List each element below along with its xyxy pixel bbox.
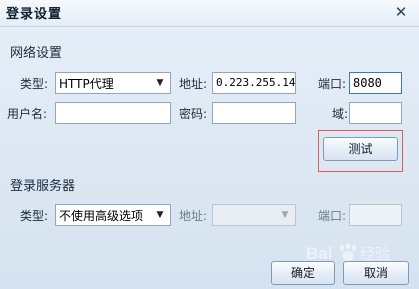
domain-input[interactable] [349, 102, 402, 124]
proxy-port-label: 端口: [318, 77, 347, 91]
login-settings-dialog: 登录设置 ✕ 网络设置 类型: HTTP代理 ▼ 地址: 0.223.255.1… [0, 0, 419, 289]
proxy-type-select[interactable]: HTTP代理 ▼ [55, 72, 171, 94]
proxy-port-input[interactable]: 8080 [349, 72, 402, 94]
server-type-value: 不使用高级选项 [59, 209, 144, 223]
chevron-down-icon: ▼ [281, 210, 289, 220]
proxy-type-label: 类型: [20, 77, 49, 91]
proxy-address-label: 地址: [179, 77, 208, 91]
proxy-type-value: HTTP代理 [59, 77, 114, 91]
server-port-label: 端口: [318, 209, 347, 223]
chevron-down-icon: ▼ [156, 78, 164, 88]
test-button[interactable]: 测试 [323, 137, 398, 161]
title-bar: 登录设置 ✕ [0, 0, 419, 27]
username-input[interactable] [55, 102, 171, 124]
domain-label: 域: [332, 107, 349, 121]
password-label: 密码: [179, 107, 208, 121]
password-input[interactable] [212, 102, 296, 124]
svg-text:Bai: Bai [306, 244, 332, 263]
server-type-label: 类型: [20, 209, 49, 223]
username-label: 用户名: [7, 107, 48, 121]
dialog-title: 登录设置 [6, 7, 63, 22]
baidu-watermark-logo: Bai 经验 [306, 240, 416, 266]
server-address-label: 地址: [179, 209, 208, 223]
close-icon[interactable]: ✕ [391, 3, 411, 21]
server-address-select: ▼ [212, 204, 296, 226]
svg-text:经验: 经验 [360, 245, 390, 263]
network-section-label: 网络设置 [10, 46, 63, 61]
chevron-down-icon: ▼ [156, 210, 164, 220]
server-type-select[interactable]: 不使用高级选项 ▼ [55, 204, 171, 226]
server-port-input [349, 204, 402, 226]
proxy-address-input[interactable]: 0.223.255.141 [212, 72, 296, 94]
server-section-label: 登录服务器 [10, 179, 76, 194]
